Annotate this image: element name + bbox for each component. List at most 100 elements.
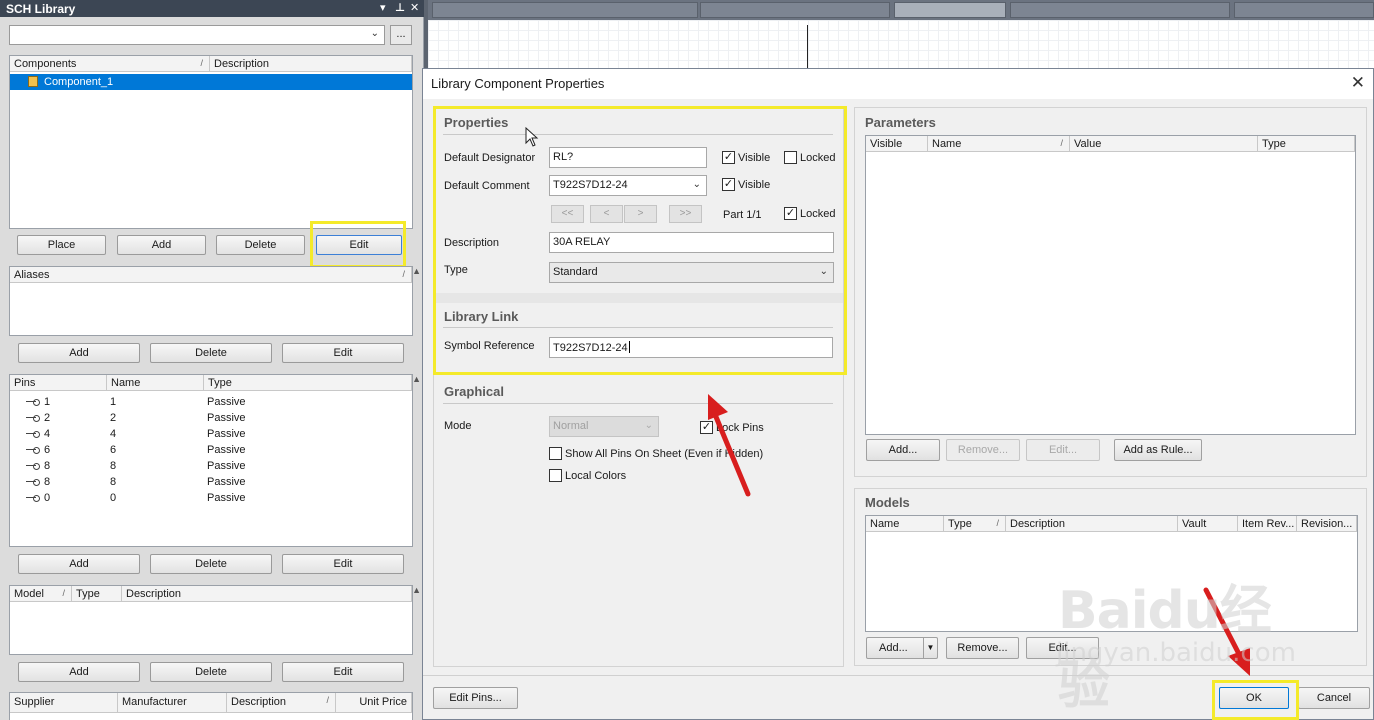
add-parameter-button[interactable]: Add... bbox=[866, 439, 940, 461]
scroll-up-icon[interactable]: ▲ bbox=[412, 585, 421, 595]
table-row[interactable]: 2 2 Passive bbox=[10, 410, 412, 426]
add-component-button[interactable]: Add bbox=[117, 235, 206, 255]
col-pin-name[interactable]: Name bbox=[107, 375, 204, 391]
supplier-list[interactable]: Supplier Manufacturer Description / Unit … bbox=[9, 692, 413, 720]
table-row[interactable]: 4 4 Passive bbox=[10, 426, 412, 442]
properties-highlight bbox=[433, 106, 847, 375]
panel-titlebar: SCH Library ▾ ⊥ ✕ bbox=[0, 0, 424, 17]
pin-symbol-icon bbox=[26, 414, 40, 422]
table-row[interactable]: 6 6 Passive bbox=[10, 442, 412, 458]
document-tab[interactable] bbox=[700, 2, 890, 18]
document-tab[interactable] bbox=[432, 2, 698, 18]
pin-symbol-icon bbox=[26, 430, 40, 438]
document-tab[interactable] bbox=[1010, 2, 1230, 18]
pin-symbol-icon bbox=[26, 462, 40, 470]
add-as-rule-button[interactable]: Add as Rule... bbox=[1114, 439, 1202, 461]
red-arrow-annotation bbox=[708, 394, 751, 497]
delete-pin-button[interactable]: Delete bbox=[150, 554, 272, 574]
col-param-type[interactable]: Type bbox=[1258, 136, 1355, 152]
scroll-up-icon[interactable]: ▲ bbox=[412, 374, 421, 384]
pin-symbol-icon bbox=[26, 478, 40, 486]
delete-component-button[interactable]: Delete bbox=[216, 235, 305, 255]
chevron-down-icon: ⌄ bbox=[644, 420, 653, 431]
col-supplier[interactable]: Supplier bbox=[10, 693, 118, 713]
delete-model-button[interactable]: Delete bbox=[150, 662, 272, 682]
place-button[interactable]: Place bbox=[17, 235, 106, 255]
parameters-title: Parameters bbox=[865, 115, 936, 130]
dialog-title: Library Component Properties bbox=[431, 76, 605, 91]
dropdown-arrow-icon[interactable]: ▼ bbox=[923, 638, 937, 658]
col-model-type[interactable]: Type bbox=[72, 586, 122, 602]
parameters-table[interactable]: Visible Name / Value Type bbox=[865, 135, 1356, 435]
pin-icon[interactable]: ⊥ bbox=[395, 1, 405, 14]
local-colors-checkbox[interactable] bbox=[549, 469, 562, 482]
edit-model-button[interactable]: Edit bbox=[282, 662, 404, 682]
col-model-name[interactable]: Name bbox=[866, 516, 944, 532]
pins-list[interactable]: Pins Name Type 1 1 Passive 2 2 Passive 4… bbox=[9, 374, 413, 547]
remove-model-button[interactable]: Remove... bbox=[946, 637, 1019, 659]
edit-pins-button[interactable]: Edit Pins... bbox=[433, 687, 518, 709]
col-param-value[interactable]: Value bbox=[1070, 136, 1258, 152]
table-row[interactable]: 8 8 Passive bbox=[10, 474, 412, 490]
mouse-cursor-icon bbox=[525, 127, 539, 147]
schematic-canvas[interactable] bbox=[428, 20, 1374, 70]
add-model-button[interactable]: Add bbox=[18, 662, 140, 682]
component-icon bbox=[28, 76, 38, 87]
delete-alias-button[interactable]: Delete bbox=[150, 343, 272, 363]
mode-select[interactable]: Normal ⌄ bbox=[549, 416, 659, 437]
browse-button[interactable]: ... bbox=[390, 25, 412, 45]
aliases-list[interactable]: Aliases / bbox=[9, 266, 413, 336]
col-model-item-rev[interactable]: Item Rev... bbox=[1238, 516, 1297, 532]
list-item[interactable]: Component_1 bbox=[10, 74, 412, 90]
edit-pin-button[interactable]: Edit bbox=[282, 554, 404, 574]
col-components[interactable]: Components / bbox=[10, 56, 210, 72]
col-model-description[interactable]: Description bbox=[1006, 516, 1178, 532]
col-model-revision[interactable]: Revision... bbox=[1297, 516, 1357, 532]
table-row[interactable]: 1 1 Passive bbox=[10, 394, 412, 410]
edit-button-highlight bbox=[310, 221, 406, 268]
watermark-url: jingyan.baidu.com bbox=[1056, 638, 1296, 668]
document-tabs bbox=[428, 0, 1374, 20]
canvas-crosshair bbox=[807, 25, 808, 70]
pin-symbol-icon bbox=[26, 398, 40, 406]
col-manufacturer[interactable]: Manufacturer bbox=[118, 693, 227, 713]
graphical-title: Graphical bbox=[444, 384, 504, 399]
add-pin-button[interactable]: Add bbox=[18, 554, 140, 574]
col-model-vault[interactable]: Vault bbox=[1178, 516, 1238, 532]
document-tab[interactable] bbox=[894, 2, 1006, 18]
models-title: Models bbox=[865, 495, 910, 510]
close-icon[interactable]: ✕ bbox=[1351, 73, 1365, 93]
close-icon[interactable]: ✕ bbox=[410, 1, 419, 14]
models-list[interactable]: Model / Type Description bbox=[9, 585, 413, 655]
watermark: Baidu经验 jingyan.baidu.com bbox=[1052, 568, 1312, 716]
show-all-pins-checkbox[interactable] bbox=[549, 447, 562, 460]
col-supplier-description[interactable]: Description / bbox=[227, 693, 336, 713]
add-model-button[interactable]: Add... ▼ bbox=[866, 637, 938, 659]
table-row[interactable]: 8 8 Passive bbox=[10, 458, 412, 474]
remove-parameter-button[interactable]: Remove... bbox=[946, 439, 1020, 461]
col-pins[interactable]: Pins bbox=[10, 375, 107, 391]
col-param-name[interactable]: Name / bbox=[928, 136, 1070, 152]
pin-symbol-icon bbox=[26, 494, 40, 502]
components-list[interactable]: Components / Description Component_1 bbox=[9, 55, 413, 229]
col-unit-price[interactable]: Unit Price bbox=[336, 693, 412, 713]
edit-parameter-button[interactable]: Edit... bbox=[1026, 439, 1100, 461]
library-filter-combo[interactable]: ⌄ bbox=[9, 25, 385, 45]
local-colors-label: Local Colors bbox=[565, 470, 627, 482]
add-alias-button[interactable]: Add bbox=[18, 343, 140, 363]
col-model-type[interactable]: Type / bbox=[944, 516, 1006, 532]
table-row[interactable]: 0 0 Passive bbox=[10, 490, 412, 506]
col-aliases[interactable]: Aliases / bbox=[10, 267, 412, 283]
panel-menu-icon[interactable]: ▾ bbox=[380, 1, 386, 14]
edit-alias-button[interactable]: Edit bbox=[282, 343, 404, 363]
col-pin-type[interactable]: Type bbox=[204, 375, 412, 391]
document-tab[interactable] bbox=[1234, 2, 1374, 18]
col-model-description[interactable]: Description bbox=[122, 586, 412, 602]
scroll-up-icon[interactable]: ▲ bbox=[412, 266, 421, 276]
col-model[interactable]: Model / bbox=[10, 586, 72, 602]
dialog-titlebar: Library Component Properties bbox=[423, 69, 1373, 99]
col-description[interactable]: Description bbox=[210, 56, 412, 72]
panel-title: SCH Library bbox=[6, 2, 76, 16]
mode-label: Mode bbox=[444, 420, 472, 432]
col-param-visible[interactable]: Visible bbox=[866, 136, 928, 152]
